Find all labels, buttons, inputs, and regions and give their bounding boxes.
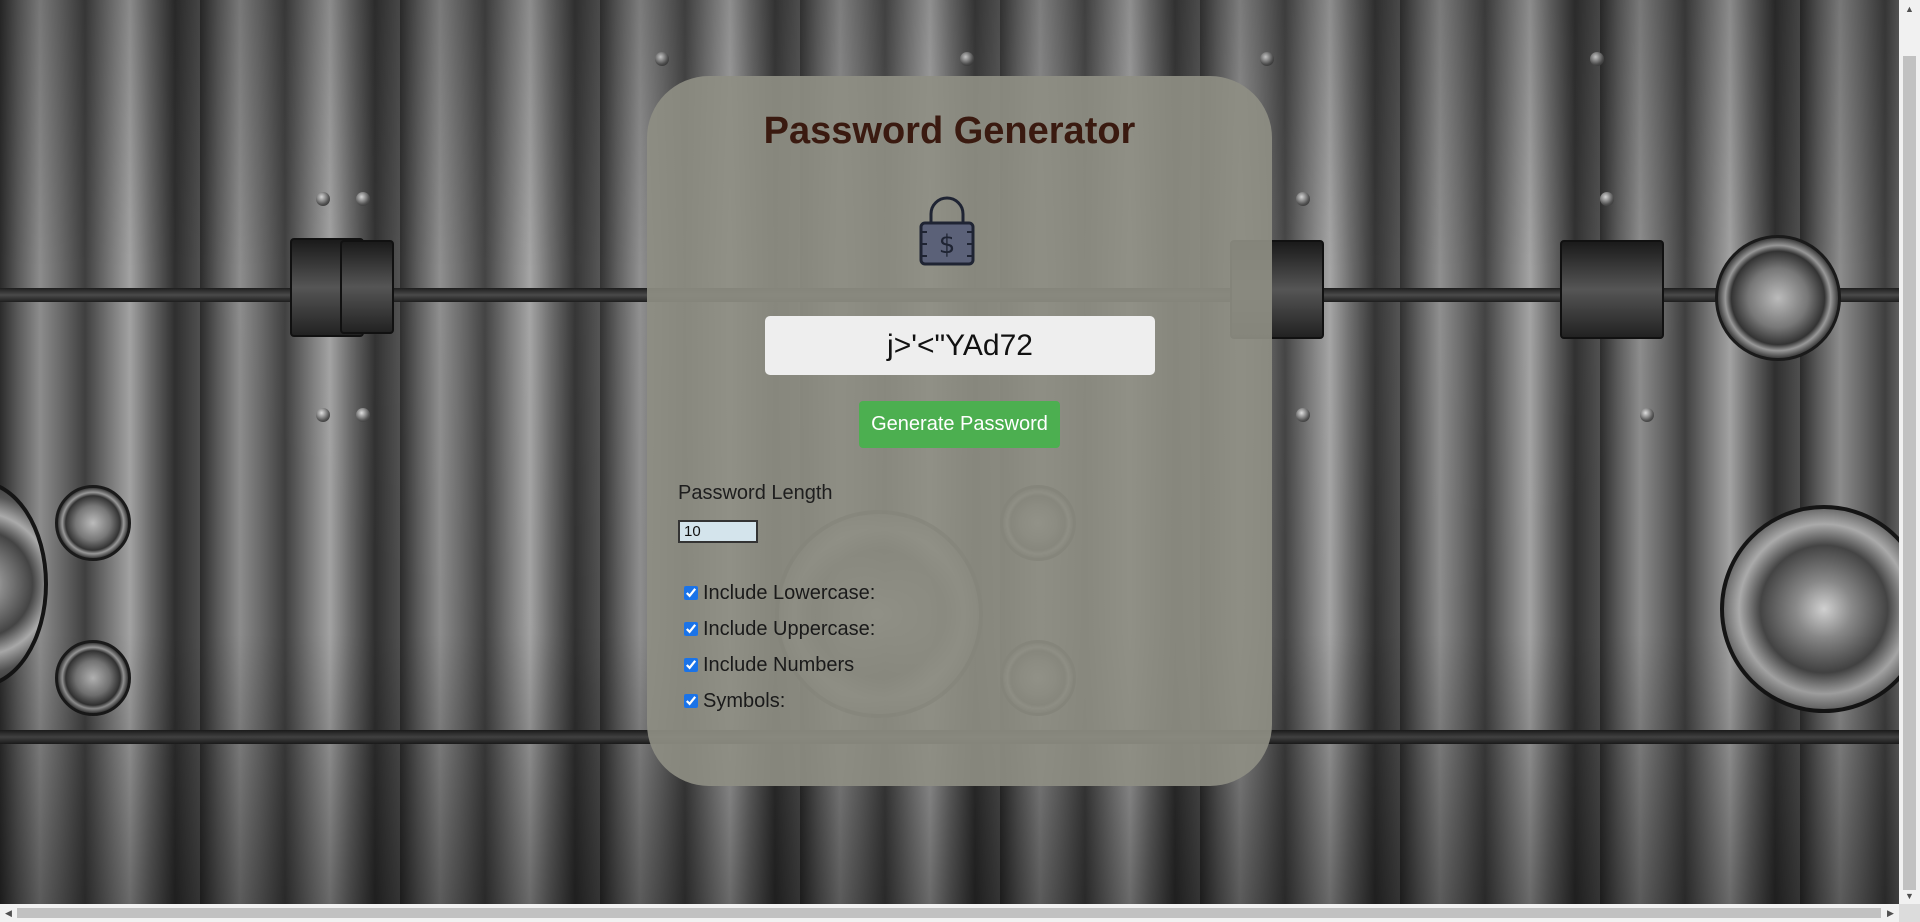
password-output[interactable]: j>'<"YAd72 [765, 316, 1155, 375]
chevron-right-icon[interactable]: ▶ [1882, 904, 1899, 922]
horizontal-scrollbar[interactable]: ◀ ▶ [0, 904, 1899, 922]
numbers-label: Include Numbers [703, 653, 855, 676]
option-symbols[interactable]: Symbols: [683, 689, 785, 713]
page-viewport: Password Generator $ j>'<"YAd72 Generate… [0, 0, 1899, 904]
chevron-left-icon[interactable]: ◀ [0, 904, 17, 922]
numbers-checkbox[interactable] [684, 658, 698, 672]
padlock-dollar-icon: $ [917, 194, 977, 266]
symbols-checkbox[interactable] [684, 694, 698, 708]
horizontal-scroll-thumb[interactable] [17, 908, 1881, 918]
page-title: Password Generator [763, 110, 1136, 152]
scrollbar-corner [1899, 904, 1920, 922]
option-lowercase[interactable]: Include Lowercase: [683, 581, 875, 605]
vertical-scrollbar[interactable]: ▲ ▼ [1899, 0, 1920, 904]
lowercase-checkbox[interactable] [684, 586, 698, 600]
chevron-up-icon[interactable]: ▲ [1899, 0, 1920, 17]
option-uppercase[interactable]: Include Uppercase: [683, 617, 875, 641]
symbols-label: Symbols: [703, 689, 786, 712]
uppercase-checkbox[interactable] [684, 622, 698, 636]
vertical-scroll-thumb[interactable] [1903, 56, 1916, 890]
password-length-label: Password Length [678, 482, 833, 504]
password-length-input[interactable] [678, 520, 758, 543]
chevron-down-icon[interactable]: ▼ [1899, 887, 1920, 904]
option-numbers[interactable]: Include Numbers [683, 653, 854, 677]
svg-text:$: $ [939, 230, 956, 260]
lowercase-label: Include Lowercase: [703, 581, 876, 604]
uppercase-label: Include Uppercase: [703, 617, 876, 640]
generate-password-button[interactable]: Generate Password [859, 401, 1060, 448]
